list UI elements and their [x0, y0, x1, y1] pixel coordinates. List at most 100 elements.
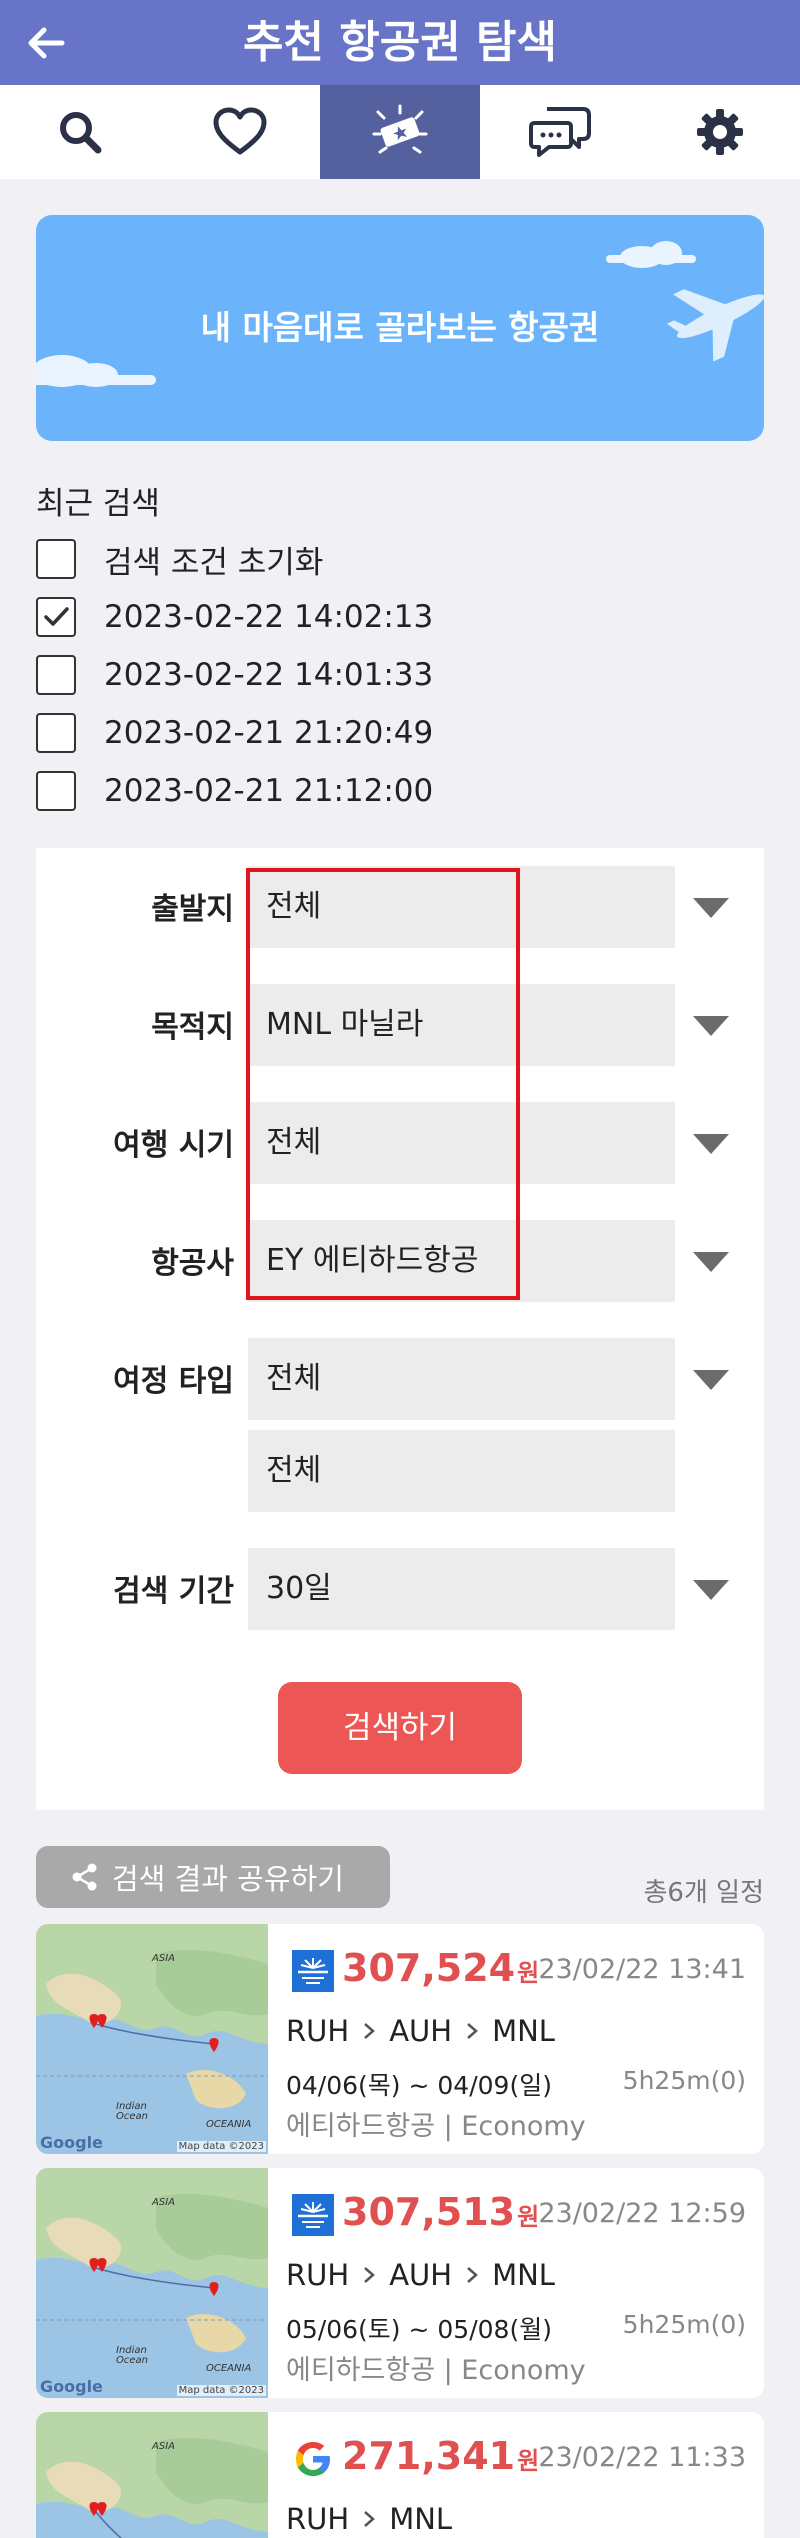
recent-search-label: 2023-02-21 21:20:49 — [104, 715, 434, 751]
airport-code: MNL — [492, 2258, 555, 2292]
recent-search-label: 2023-02-21 21:12:00 — [104, 773, 434, 809]
chevron-right-icon — [466, 2022, 478, 2040]
map-attribution: Map data ©2023 — [176, 2385, 266, 2396]
map-attribution: Map data ©2023 — [176, 2141, 266, 2152]
travel-period: 04/06(목) ~ 04/09(일) — [286, 2071, 552, 2100]
tab-favorites[interactable] — [160, 85, 320, 179]
tab-bar — [0, 85, 800, 179]
search-icon — [60, 112, 102, 154]
carrier-class: 에티하드항공 | Economy — [286, 2111, 586, 2142]
price-value: 307,513 — [342, 2190, 516, 2234]
route: RUH MNL — [286, 2502, 452, 2536]
trip-type-select[interactable]: 전체 — [248, 1338, 675, 1420]
chevron-down-icon[interactable] — [693, 1252, 729, 1272]
search-button[interactable]: 검색하기 — [278, 1682, 522, 1774]
recent-search-item[interactable]: 2023-02-22 14:01:33 — [36, 653, 433, 697]
banner-text: 내 마음대로 골라보는 항공권 — [200, 308, 600, 347]
travel-period: 05/06(토) ~ 05/08(월) — [286, 2315, 552, 2344]
recent-search-label: 2023-02-22 14:02:13 — [104, 599, 434, 635]
tab-recommend[interactable] — [320, 85, 480, 179]
checkbox[interactable] — [36, 655, 76, 695]
route: RUH AUH MNL — [286, 2014, 555, 2048]
airport-code: AUH — [389, 2258, 453, 2292]
currency-unit: 원 — [517, 1959, 540, 1987]
heart-icon — [213, 107, 267, 155]
result-card[interactable]: ASIAIndian OceanOCEANIAMap data ©2023Goo… — [36, 2168, 764, 2398]
airport-code: RUH — [286, 2502, 350, 2536]
share-results-button[interactable]: 검색 결과 공유하기 — [36, 1846, 390, 1908]
check-icon — [44, 607, 69, 626]
route-map-image: ASIAIndian OceanOCEANIAMap data ©2023Goo… — [36, 2168, 268, 2398]
trip-type-sub-field[interactable]: 전체 — [248, 1430, 675, 1512]
flight-duration: 5h25m(0) — [622, 2310, 746, 2339]
map-region-label: ASIA — [152, 2197, 175, 2208]
travel-time-select[interactable]: 전체 — [248, 1102, 675, 1184]
search-date: 23/02/22 12:59 — [538, 2198, 746, 2229]
carrier-class: 에티하드항공 | Economy — [286, 2355, 586, 2386]
checkbox[interactable] — [36, 713, 76, 753]
recent-search-item[interactable]: 2023-02-21 21:12:00 — [36, 769, 433, 813]
etihad-logo-icon — [292, 2194, 334, 2236]
map-region-label: ASIA — [152, 2441, 175, 2452]
price: 271,341원 — [342, 2434, 539, 2478]
app-header: 추천 항공권 탐색 — [0, 0, 800, 85]
ticket-sparkle-icon — [372, 104, 428, 154]
map-region-label: OCEANIA — [206, 2119, 252, 2130]
departure-select[interactable]: 전체 — [248, 866, 675, 948]
route-map-image: ASIAIndian OceanOCEANIAMap data ©2023Goo… — [36, 2412, 268, 2538]
airline-label: 항공사 — [151, 1246, 234, 1281]
airport-code: RUH — [286, 2014, 350, 2048]
search-period-select[interactable]: 30일 — [248, 1548, 675, 1630]
chevron-down-icon[interactable] — [693, 898, 729, 918]
price-value: 271,341 — [342, 2434, 516, 2478]
result-card[interactable]: ASIA Indian Ocean OCEANIA Map data ©2023 Goo… — [36, 1924, 764, 2154]
tab-search[interactable] — [0, 85, 160, 179]
recent-search-item[interactable]: 2023-02-22 14:02:13 — [36, 595, 433, 639]
total-count: 총6개 일정 — [643, 1878, 765, 1908]
chevron-right-icon — [363, 2510, 376, 2528]
tab-chat[interactable] — [480, 85, 640, 179]
recent-search-label: 검색 조건 초기화 — [104, 544, 324, 581]
map-region-label: ASIA — [152, 1953, 175, 1964]
map-region-label: Indian Ocean — [116, 2101, 148, 2122]
destination-label: 목적지 — [151, 1010, 234, 1045]
price: 307,513원 — [342, 2190, 539, 2234]
airport-code: MNL — [492, 2014, 555, 2048]
promo-banner[interactable]: 내 마음대로 골라보는 항공권 — [36, 215, 764, 441]
checkbox[interactable] — [36, 771, 76, 811]
etihad-logo-icon — [292, 1950, 334, 1992]
route: RUH AUH MNL — [286, 2258, 555, 2292]
checkbox[interactable] — [36, 597, 76, 637]
chevron-down-icon[interactable] — [693, 1580, 729, 1600]
destination-select[interactable]: MNL 마닐라 — [248, 984, 675, 1066]
departure-label: 출발지 — [151, 892, 234, 927]
map-region-label: OCEANIA — [206, 2363, 252, 2374]
price-value: 307,524 — [342, 1946, 516, 1990]
chevron-down-icon[interactable] — [693, 1134, 729, 1154]
currency-unit: 원 — [517, 2447, 540, 2475]
checkbox[interactable] — [36, 539, 76, 579]
map-google-logo: Google — [40, 2377, 103, 2396]
chevron-right-icon — [363, 2266, 376, 2284]
recent-search-item[interactable]: 2023-02-21 21:20:49 — [36, 711, 433, 755]
share-icon — [72, 1863, 97, 1891]
airline-select[interactable]: EY 에티하드항공 — [248, 1220, 675, 1302]
share-label: 검색 결과 공유하기 — [112, 1862, 344, 1896]
airport-code: RUH — [286, 2258, 350, 2292]
search-form: 출발지 전체 목적지 MNL 마닐라 여행 시기 전체 항공사 EY 에티하드항… — [36, 848, 764, 1810]
google-logo-icon — [292, 2438, 334, 2480]
search-date: 23/02/22 13:41 — [538, 1954, 746, 1985]
recent-search-item[interactable]: 검색 조건 초기화 — [36, 537, 323, 581]
chevron-down-icon[interactable] — [693, 1016, 729, 1036]
search-date: 23/02/22 11:33 — [538, 2442, 746, 2473]
currency-unit: 원 — [517, 2203, 540, 2231]
price: 307,524원 — [342, 1946, 539, 1990]
map-google-logo: Google — [40, 2133, 103, 2152]
search-period-label: 검색 기간 — [113, 1574, 234, 1609]
result-card[interactable]: ASIAIndian OceanOCEANIAMap data ©2023Goo… — [36, 2412, 764, 2538]
chevron-down-icon[interactable] — [693, 1370, 729, 1390]
tab-settings[interactable] — [640, 85, 800, 179]
travel-time-label: 여행 시기 — [113, 1128, 234, 1163]
chevron-right-icon — [363, 2022, 376, 2040]
recent-search-title: 최근 검색 — [36, 486, 160, 522]
